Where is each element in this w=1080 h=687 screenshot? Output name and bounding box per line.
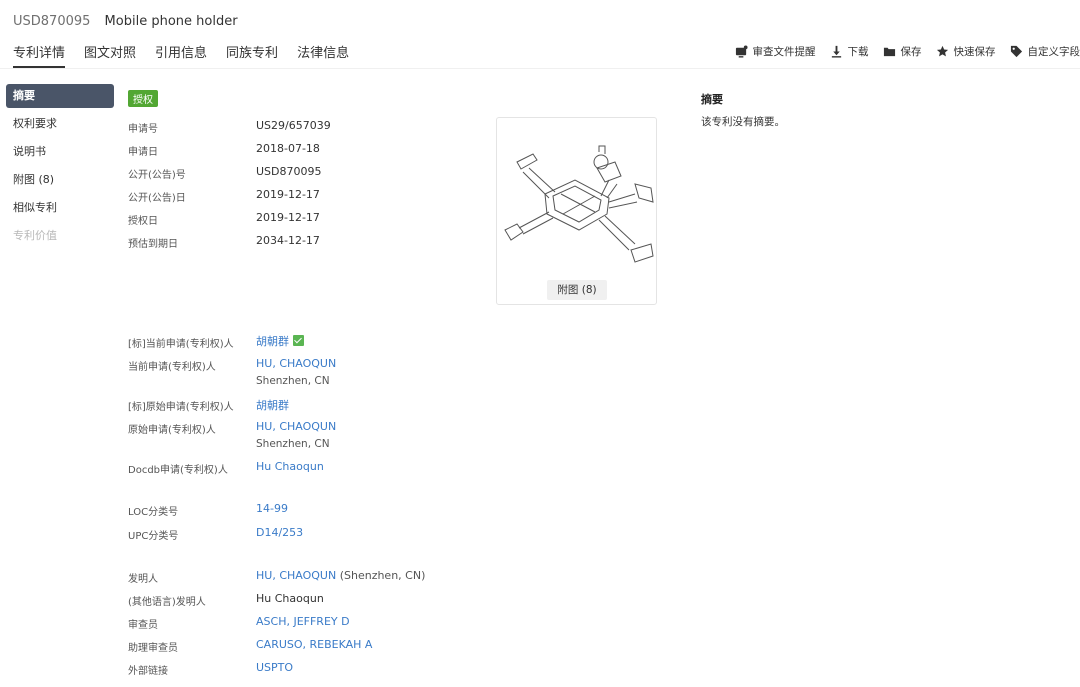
- original-applicant-value[interactable]: HU, CHAOQUN: [256, 420, 336, 433]
- inventor-other-value: Hu Chaoqun: [256, 592, 324, 605]
- download-icon: [831, 45, 841, 58]
- tab-family[interactable]: 同族专利: [226, 42, 278, 68]
- quick-save-label: 快速保存: [953, 46, 996, 58]
- std-original-applicant-value[interactable]: 胡朝群: [256, 397, 289, 413]
- abstract-text: 该专利没有摘要。: [701, 116, 785, 128]
- tab-legal[interactable]: 法律信息: [297, 42, 349, 68]
- save-button[interactable]: 保存: [883, 44, 922, 59]
- expiry-date-value: 2034-12-17: [256, 234, 320, 247]
- external-link-label: 外部链接: [128, 666, 168, 677]
- pub-number-label: 公开(公告)号: [128, 170, 186, 181]
- docdb-applicant-value[interactable]: Hu Chaoqun: [256, 460, 324, 473]
- sidebar-item-drawings[interactable]: 附图 (8): [6, 168, 114, 192]
- app-date-value: 2018-07-18: [256, 142, 320, 155]
- inventor-label: 发明人: [128, 574, 158, 585]
- grant-date-value: 2019-12-17: [256, 211, 320, 224]
- tab-patent-details[interactable]: 专利详情: [13, 42, 66, 68]
- toolbar: 审查文件提醒 下载 保存 快速保存 自定义字段: [721, 44, 1080, 59]
- drawings-button[interactable]: 附图 (8): [547, 280, 607, 300]
- status-badge: 授权: [128, 90, 158, 107]
- tag-icon: [1010, 45, 1022, 58]
- save-label: 保存: [900, 46, 922, 58]
- examiner-label: 审查员: [128, 620, 158, 631]
- quick-save-button[interactable]: 快速保存: [936, 44, 996, 59]
- patent-title-bar: USD870095 Mobile phone holder: [13, 14, 238, 29]
- review-reminder-label: 审查文件提醒: [752, 46, 816, 58]
- original-applicant-location: Shenzhen, CN: [256, 438, 330, 450]
- app-number-label: 申请号: [128, 124, 158, 135]
- drawing-thumbnail[interactable]: 附图 (8): [496, 117, 657, 305]
- examiner-value[interactable]: ASCH, JEFFREY D: [256, 615, 350, 628]
- star-icon: [936, 45, 948, 57]
- review-reminder-button[interactable]: 审查文件提醒: [735, 44, 816, 59]
- download-button[interactable]: 下载: [830, 44, 869, 59]
- inventor-other-label: (其他语言)发明人: [128, 597, 206, 608]
- custom-fields-label: 自定义字段: [1027, 46, 1080, 58]
- patent-title: Mobile phone holder: [104, 14, 238, 29]
- abstract-heading: 摘要: [701, 93, 723, 106]
- header-divider: [0, 68, 1080, 69]
- section-sidebar: 摘要 权利要求 说明书 附图 (8) 相似专利 专利价值: [6, 84, 114, 252]
- pub-date-value: 2019-12-17: [256, 188, 320, 201]
- sidebar-item-abstract[interactable]: 摘要: [6, 84, 114, 108]
- docdb-applicant-label: Docdb申请(专利权)人: [128, 465, 228, 476]
- pub-date-label: 公开(公告)日: [128, 193, 186, 204]
- download-label: 下载: [847, 46, 869, 58]
- std-current-applicant-name: 胡朝群: [256, 335, 289, 348]
- loc-class-label: LOC分类号: [128, 507, 179, 518]
- tab-citations[interactable]: 引用信息: [155, 42, 207, 68]
- current-applicant-label: 当前申请(专利权)人: [128, 362, 216, 373]
- inventor-value: HU, CHAOQUN (Shenzhen, CN): [256, 569, 425, 582]
- app-number-value: US29/657039: [256, 119, 331, 132]
- std-current-applicant-label: [标]当前申请(专利权)人: [128, 339, 234, 350]
- inventor-location: (Shenzhen, CN): [339, 569, 426, 582]
- original-applicant-label: 原始申请(专利权)人: [128, 425, 216, 436]
- sidebar-item-similar[interactable]: 相似专利: [6, 196, 114, 220]
- expiry-date-label: 预估到期日: [128, 239, 178, 250]
- upc-class-value[interactable]: D14/253: [256, 526, 303, 539]
- main-tabs: 专利详情 图文对照 引用信息 同族专利 法律信息: [13, 42, 368, 68]
- app-date-label: 申请日: [128, 147, 158, 158]
- sidebar-item-claims[interactable]: 权利要求: [6, 112, 114, 136]
- grant-date-label: 授权日: [128, 216, 158, 227]
- patent-number: USD870095: [13, 14, 91, 29]
- current-applicant-location: Shenzhen, CN: [256, 375, 330, 387]
- tab-text-image[interactable]: 图文对照: [84, 42, 136, 68]
- upc-class-label: UPC分类号: [128, 531, 179, 542]
- inventor-link[interactable]: HU, CHAOQUN: [256, 569, 336, 582]
- current-applicant-value[interactable]: HU, CHAOQUN: [256, 357, 336, 370]
- sidebar-item-description[interactable]: 说明书: [6, 140, 114, 164]
- verified-icon: [293, 335, 304, 346]
- patent-drawing-image: [504, 145, 654, 263]
- std-current-applicant-value[interactable]: 胡朝群: [256, 333, 304, 349]
- folder-icon: [883, 47, 895, 57]
- pub-number-value: USD870095: [256, 165, 322, 178]
- std-original-applicant-label: [标]原始申请(专利权)人: [128, 402, 234, 413]
- custom-fields-button[interactable]: 自定义字段: [1010, 44, 1080, 59]
- assistant-examiner-label: 助理审查员: [128, 643, 178, 654]
- assistant-examiner-value[interactable]: CARUSO, REBEKAH A: [256, 638, 372, 651]
- monitor-alert-icon: [735, 45, 748, 58]
- external-link-value[interactable]: USPTO: [256, 661, 293, 674]
- loc-class-value[interactable]: 14-99: [256, 502, 288, 515]
- sidebar-item-value[interactable]: 专利价值: [6, 224, 114, 248]
